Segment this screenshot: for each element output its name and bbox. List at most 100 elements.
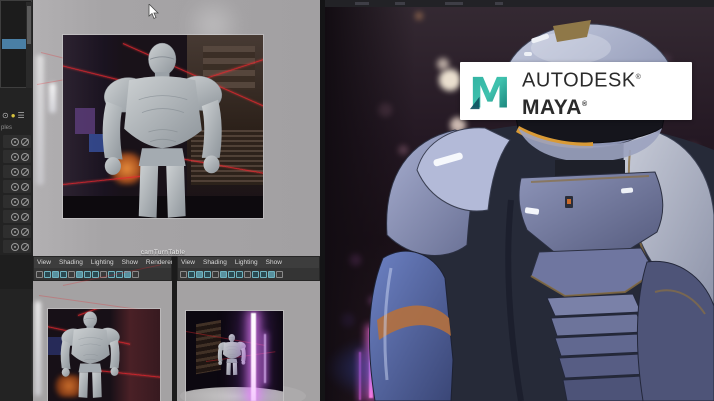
render-toggle-icon[interactable]	[21, 152, 29, 161]
render-toggle-icon[interactable]	[21, 182, 29, 191]
layer-row[interactable]	[3, 240, 31, 253]
maya-wordmark: MAYA®	[522, 95, 588, 119]
bookmarks-icon[interactable]	[204, 270, 211, 278]
turntable-render-image	[63, 35, 263, 218]
lock-camera-icon[interactable]	[188, 270, 195, 278]
outliner-panel[interactable]	[0, 0, 32, 88]
image-plane-icon[interactable]	[68, 270, 75, 278]
arrow-cursor	[148, 4, 159, 20]
layer-row[interactable]	[3, 165, 31, 178]
closeup-render-image	[48, 309, 160, 401]
top-ui-strip	[325, 0, 714, 7]
strip-mark	[355, 2, 369, 5]
grease-pencil-icon[interactable]	[228, 270, 235, 278]
layer-row[interactable]	[3, 195, 31, 208]
field-chart-icon[interactable]	[268, 270, 275, 278]
layer-row[interactable]	[3, 180, 31, 193]
menu-view[interactable]: View	[181, 259, 195, 266]
layer-row[interactable]	[3, 210, 31, 223]
layer-toggle-icon[interactable]: ⊙	[2, 112, 9, 120]
visibility-toggle-icon[interactable]	[11, 152, 19, 161]
gate-mask-icon[interactable]	[260, 270, 267, 278]
visibility-toggle-icon[interactable]	[11, 242, 19, 251]
image-plane-icon[interactable]	[212, 270, 219, 278]
select-camera-icon[interactable]	[180, 270, 187, 278]
render-toggle-icon[interactable]	[21, 227, 29, 236]
render-toggle-icon[interactable]	[21, 167, 29, 176]
scrollbar-thumb[interactable]	[27, 6, 31, 44]
maya-capture-window: ⊙ ● ☰ ples camTurnTable View Shading Lig…	[0, 0, 714, 401]
menu-lighting[interactable]: Lighting	[91, 259, 114, 266]
menu-lighting[interactable]: Lighting	[235, 259, 258, 266]
bottom-right-panel-bar: View Shading Lighting Show	[177, 256, 320, 281]
front-view-panel[interactable]: 1500 x 1500	[33, 264, 172, 401]
render-toggle-icon[interactable]	[21, 137, 29, 146]
select-camera-icon[interactable]	[36, 270, 43, 278]
layer-row[interactable]	[3, 150, 31, 163]
film-gate-icon[interactable]	[244, 270, 251, 278]
fullbody-render-image	[186, 311, 283, 401]
autodesk-wordmark: AUTODESK®	[522, 69, 642, 92]
neon-tube	[250, 312, 256, 401]
visibility-toggle-icon[interactable]	[11, 212, 19, 221]
panel-divider	[172, 256, 177, 401]
visibility-toggle-icon[interactable]	[11, 167, 19, 176]
menu-show[interactable]: Show	[266, 259, 282, 266]
safe-action-icon[interactable]	[276, 270, 283, 278]
list-menu-icon[interactable]: ☰	[18, 112, 25, 120]
registered-mark: ®	[635, 74, 642, 81]
grease-pencil-icon[interactable]	[84, 270, 91, 278]
safe-action-icon[interactable]	[132, 270, 139, 278]
visibility-toggle-icon[interactable]	[11, 227, 19, 236]
sidebar-lower-panel	[0, 255, 33, 289]
badge-text: AUTODESK® MAYA®	[522, 66, 641, 120]
visibility-toggle-icon[interactable]	[11, 182, 19, 191]
final-render-preview	[325, 0, 714, 401]
light-ghost	[49, 83, 56, 113]
layer-list	[3, 135, 31, 255]
render-view-panel[interactable]: camTurnTable	[33, 0, 320, 262]
neon-tube	[263, 333, 266, 383]
strip-mark	[445, 2, 463, 5]
render-toggle-icon[interactable]	[21, 242, 29, 251]
layer-panel-label: ples	[1, 125, 13, 131]
layer-row[interactable]	[3, 225, 31, 238]
color-swatch-icon[interactable]: ●	[11, 112, 16, 120]
2d-pan-zoom-icon[interactable]	[220, 270, 227, 278]
scrollbar[interactable]	[26, 2, 32, 88]
viewport-toolbar	[34, 268, 171, 280]
viewport-toolbar	[178, 268, 319, 280]
robot-character-render	[368, 20, 714, 401]
layer-panel-header: ⊙ ● ☰	[0, 109, 33, 123]
selected-list-item[interactable]	[2, 39, 26, 49]
maya-left-sidebar: ⊙ ● ☰ ples	[0, 0, 33, 401]
bookmarks-icon[interactable]	[60, 270, 67, 278]
visibility-toggle-icon[interactable]	[11, 137, 19, 146]
light-ghost	[35, 301, 41, 396]
menu-show[interactable]: Show	[122, 259, 138, 266]
clay-robot-model	[63, 35, 263, 218]
menu-shading[interactable]: Shading	[59, 259, 83, 266]
camera-name-label: camTurnTable	[140, 249, 186, 256]
render-toggle-icon[interactable]	[21, 212, 29, 221]
strip-mark	[495, 2, 503, 5]
grid-icon[interactable]	[236, 270, 243, 278]
layer-row[interactable]	[3, 135, 31, 148]
resolution-gate-icon[interactable]	[252, 270, 259, 278]
menu-shading[interactable]: Shading	[203, 259, 227, 266]
menu-view[interactable]: View	[37, 259, 51, 266]
lock-camera-icon[interactable]	[44, 270, 51, 278]
camera-attributes-icon[interactable]	[52, 270, 59, 278]
strip-mark	[395, 2, 405, 5]
registered-mark: ®	[581, 100, 588, 108]
clay-robot-model	[213, 318, 251, 390]
2d-pan-zoom-icon[interactable]	[76, 270, 83, 278]
visibility-toggle-icon[interactable]	[11, 197, 19, 206]
render-toggle-icon[interactable]	[21, 197, 29, 206]
full-body-view-panel[interactable]: 1500 x 1500	[177, 281, 320, 401]
camera-attributes-icon[interactable]	[196, 270, 203, 278]
maya-m-logo: M	[469, 71, 511, 113]
light-ghost	[36, 55, 44, 185]
panel-menubar: View Shading Lighting Show	[178, 257, 319, 268]
autodesk-maya-badge: M AUTODESK® MAYA®	[460, 62, 692, 120]
